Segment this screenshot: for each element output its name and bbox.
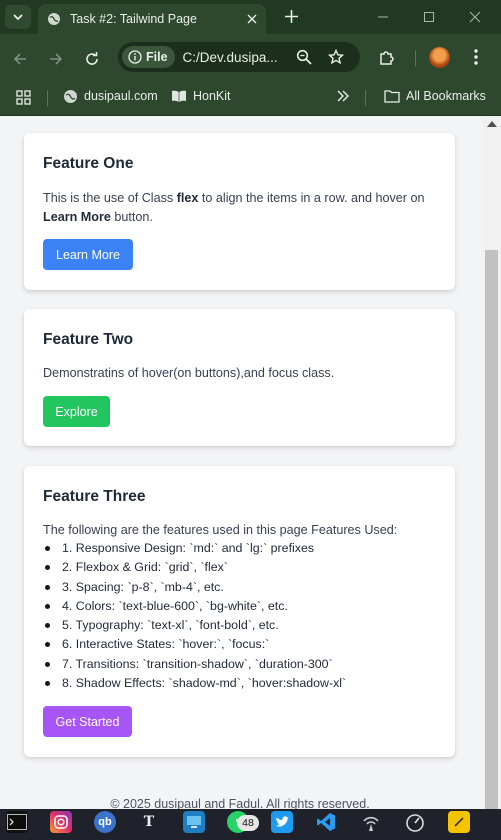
active-tab[interactable]: Task #2: Tailwind Page bbox=[38, 4, 266, 34]
toolbar-divider bbox=[415, 50, 416, 66]
bookmarks-divider bbox=[47, 90, 48, 106]
back-icon[interactable] bbox=[11, 50, 29, 68]
close-window-icon[interactable] bbox=[466, 8, 484, 26]
extensions-icon[interactable] bbox=[376, 47, 396, 67]
feature-card-two: Feature Two Demonstratins of hover(on bu… bbox=[24, 309, 455, 446]
typora-icon[interactable]: T bbox=[138, 811, 160, 833]
scroll-up-arrow-icon[interactable] bbox=[487, 121, 497, 127]
bookmark-label: dusipaul.com bbox=[84, 89, 158, 103]
site-info-chip[interactable]: File bbox=[122, 46, 175, 68]
info-icon bbox=[128, 50, 142, 64]
feature-card-three: Feature Three The following are the feat… bbox=[24, 466, 455, 757]
file-label: File bbox=[146, 50, 168, 64]
chevron-down-icon bbox=[13, 14, 23, 21]
reload-icon[interactable] bbox=[83, 50, 101, 68]
list-item: 7. Transitions: `transition-shadow`, `du… bbox=[43, 655, 443, 674]
more-menu-icon[interactable] bbox=[466, 47, 486, 67]
card-title: Feature Two bbox=[43, 331, 134, 348]
all-bookmarks-button[interactable]: All Bookmarks bbox=[384, 86, 486, 106]
notification-badge: 48 bbox=[237, 815, 259, 831]
tab-search-button[interactable] bbox=[5, 5, 31, 29]
list-item: 2. Flexbox & Grid: `grid`, `flex` bbox=[43, 558, 443, 577]
list-item: 8. Shadow Effects: `shadow-md`, `hover:s… bbox=[43, 674, 443, 693]
new-tab-icon[interactable] bbox=[281, 6, 301, 26]
bookmark-honkit[interactable]: HonKit bbox=[171, 86, 231, 106]
list-item: 6. Interactive States: `hover:`, `focus:… bbox=[43, 635, 443, 654]
zoom-icon[interactable] bbox=[295, 48, 313, 66]
close-tab-icon[interactable] bbox=[244, 11, 260, 27]
minimize-icon[interactable] bbox=[374, 8, 392, 26]
url-text[interactable]: C:/Dev.dusipa... bbox=[183, 50, 283, 65]
twitter-icon[interactable] bbox=[271, 811, 293, 833]
list-item: 4. Colors: `text-blue-600`, `bg-white`, … bbox=[43, 597, 443, 616]
forward-icon[interactable] bbox=[47, 50, 65, 68]
learn-more-button[interactable]: Learn More bbox=[43, 239, 133, 270]
sticky-notes-icon[interactable] bbox=[448, 811, 470, 833]
features-list: 1. Responsive Design: `md:` and `lg:` pr… bbox=[43, 539, 443, 693]
feature-card-one: Feature One This is the use of Class fle… bbox=[24, 133, 455, 290]
more-bookmarks-icon[interactable] bbox=[337, 86, 349, 106]
instagram-icon[interactable] bbox=[50, 811, 72, 833]
bookmark-label: HonKit bbox=[193, 89, 231, 103]
folder-icon bbox=[384, 88, 400, 104]
tab-title: Task #2: Tailwind Page bbox=[70, 12, 197, 26]
list-item: 1. Responsive Design: `md:` and `lg:` pr… bbox=[43, 539, 443, 558]
network-icon[interactable] bbox=[360, 811, 382, 833]
globe-icon bbox=[62, 88, 78, 104]
list-item: 3. Spacing: `p-8`, `mb-4`, etc. bbox=[43, 578, 443, 597]
maximize-icon[interactable] bbox=[420, 8, 438, 26]
bookmarks-divider bbox=[365, 90, 366, 106]
card-title: Feature One bbox=[43, 155, 134, 172]
get-started-button[interactable]: Get Started bbox=[43, 706, 132, 737]
card-title: Feature Three bbox=[43, 488, 146, 505]
all-bookmarks-label: All Bookmarks bbox=[406, 89, 486, 103]
bookmark-star-icon[interactable] bbox=[327, 48, 345, 66]
explore-button[interactable]: Explore bbox=[43, 396, 110, 427]
scrollbar-thumb[interactable] bbox=[485, 250, 498, 809]
card-description: Demonstratins of hover(on buttons),and f… bbox=[43, 366, 335, 380]
book-icon bbox=[171, 88, 187, 104]
speedometer-icon[interactable] bbox=[404, 811, 426, 833]
list-item: 5. Typography: `text-xl`, `font-bold`, e… bbox=[43, 616, 443, 635]
bookmark-dusipaul[interactable]: dusipaul.com bbox=[62, 86, 158, 106]
vscode-icon[interactable] bbox=[315, 811, 337, 833]
terminal-icon[interactable] bbox=[6, 811, 28, 833]
qbittorrent-icon[interactable]: qb bbox=[94, 811, 116, 833]
page-viewport: Feature One This is the use of Class fle… bbox=[0, 117, 483, 809]
globe-icon bbox=[46, 11, 62, 27]
address-bar[interactable]: File C:/Dev.dusipa... bbox=[118, 42, 360, 72]
apps-grid-icon[interactable] bbox=[16, 87, 31, 107]
profile-avatar[interactable] bbox=[429, 47, 450, 68]
remote-desktop-icon[interactable] bbox=[183, 811, 205, 833]
card-description: This is the use of Class flex to align t… bbox=[43, 191, 425, 224]
card-intro: The following are the features used in t… bbox=[43, 523, 398, 537]
footer-copyright: © 2025 dusipaul and Fadul. All rights re… bbox=[110, 797, 370, 809]
